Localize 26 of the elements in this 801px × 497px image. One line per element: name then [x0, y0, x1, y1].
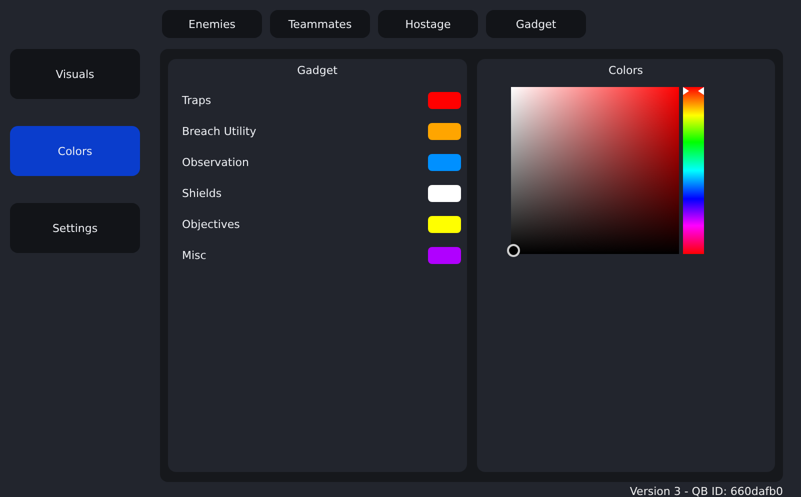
row-label: Misc [182, 249, 206, 262]
color-swatch[interactable] [428, 185, 460, 202]
color-swatch[interactable] [428, 92, 460, 109]
tab[interactable]: Gadget [486, 10, 586, 38]
panel-title: Colors [608, 64, 643, 78]
color-swatch[interactable] [428, 154, 460, 171]
tab[interactable]: Enemies [162, 10, 262, 38]
sidebar-item[interactable]: Visuals [10, 49, 140, 99]
color-swatch[interactable] [428, 247, 460, 264]
color-swatch[interactable] [428, 123, 460, 140]
row-label: Objectives [182, 218, 240, 231]
row-label: Traps [182, 94, 212, 107]
tab[interactable]: Hostage [378, 10, 478, 38]
row-label: Shields [182, 187, 222, 200]
version-label: Version 3 - QB ID: 660dafb0 [630, 485, 783, 497]
sidebar-item[interactable]: Settings [10, 203, 140, 253]
row-label: Breach Utility [182, 125, 256, 138]
row-label: Observation [182, 156, 249, 169]
picker-handle[interactable] [506, 244, 520, 257]
saturation-value-area[interactable] [510, 87, 678, 254]
tab[interactable]: Teammates [270, 10, 370, 38]
sidebar-item[interactable]: Colors [10, 126, 140, 176]
panel-title: Gadget [297, 64, 338, 78]
hue-thumb[interactable] [682, 87, 704, 95]
hue-slider[interactable] [682, 87, 704, 254]
color-swatch[interactable] [428, 216, 460, 233]
